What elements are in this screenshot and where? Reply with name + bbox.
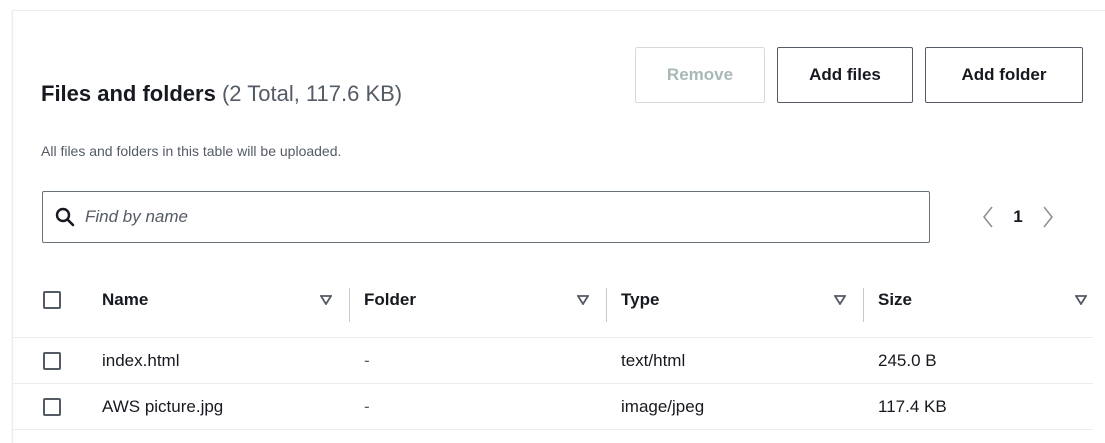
column-header-folder[interactable]: Folder <box>350 262 607 337</box>
row-select-cell <box>12 384 102 429</box>
table-row[interactable]: AWS picture.jpg - image/jpeg 117.4 KB <box>12 384 1093 430</box>
prev-page-button[interactable] <box>975 197 1001 237</box>
remove-button[interactable]: Remove <box>635 47 765 103</box>
chevron-left-icon <box>982 206 993 228</box>
search-box <box>42 191 930 243</box>
sort-down-icon[interactable] <box>320 294 332 305</box>
cell-name: AWS picture.jpg <box>102 396 224 416</box>
add-files-button[interactable]: Add files <box>777 47 913 103</box>
cell-folder: - <box>364 396 370 416</box>
select-all-cell <box>12 262 102 337</box>
column-label-folder: Folder <box>364 289 416 309</box>
row-checkbox[interactable] <box>43 351 61 370</box>
column-header-type[interactable]: Type <box>607 262 864 337</box>
file-counter: (2 Total, 117.6 KB) <box>221 81 403 106</box>
sort-down-icon[interactable] <box>834 294 846 305</box>
cell-name: index.html <box>102 350 180 370</box>
add-folder-button[interactable]: Add folder <box>925 47 1083 103</box>
column-label-name: Name <box>102 289 149 309</box>
search-icon <box>55 207 75 227</box>
column-header-size[interactable]: Size <box>864 262 1093 337</box>
row-checkbox[interactable] <box>43 397 61 416</box>
page-title: Files and folders (2 Total, 117.6 KB) <box>41 81 402 107</box>
cell-type: image/jpeg <box>621 396 705 416</box>
column-label-size: Size <box>878 289 913 309</box>
page-number-current[interactable]: 1 <box>1001 207 1035 227</box>
pagination: 1 <box>975 197 1061 237</box>
panel-description: All files and folders in this table will… <box>41 143 342 159</box>
cell-folder: - <box>364 350 370 370</box>
table-row[interactable]: index.html - text/html 245.0 B <box>12 338 1093 384</box>
cell-size: 117.4 KB <box>878 396 947 416</box>
select-all-checkbox[interactable] <box>43 290 61 309</box>
next-page-button[interactable] <box>1035 197 1061 237</box>
column-label-type: Type <box>621 289 660 309</box>
sort-down-icon[interactable] <box>1075 294 1087 305</box>
panel-title: Files and folders <box>41 81 216 106</box>
sort-down-icon[interactable] <box>577 294 589 305</box>
chevron-right-icon <box>1043 206 1054 228</box>
cell-type: text/html <box>621 350 686 370</box>
table-header-row: Name Folder Type Size <box>12 262 1093 338</box>
search-input[interactable] <box>85 207 929 227</box>
row-select-cell <box>12 338 102 383</box>
files-table: Name Folder Type Size index.html - text/… <box>12 262 1093 430</box>
column-header-name[interactable]: Name <box>102 262 350 337</box>
cell-size: 245.0 B <box>878 350 937 370</box>
